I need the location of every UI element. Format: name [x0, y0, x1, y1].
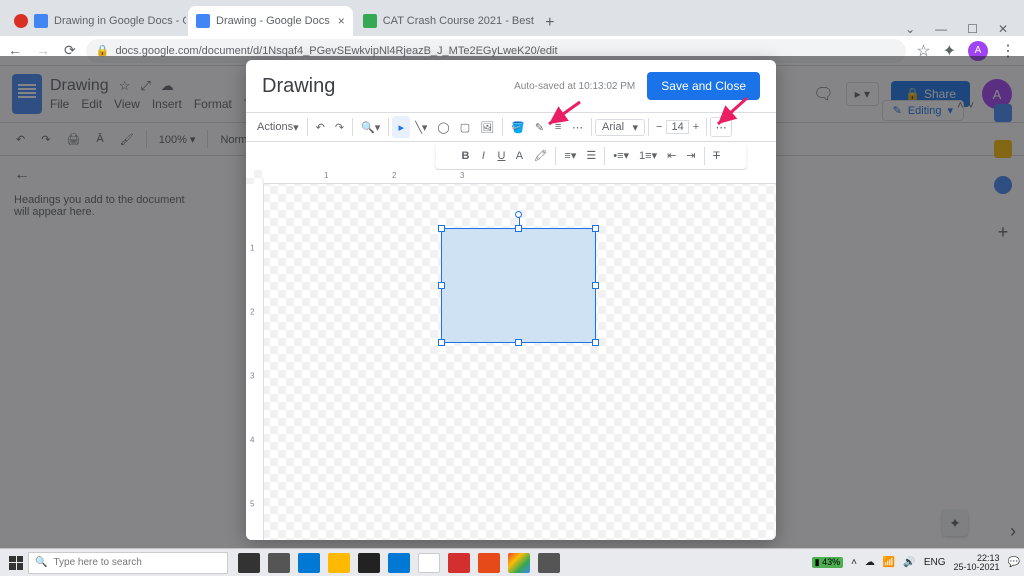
drawing-canvas[interactable]: 1 2 3 1 2 3 4 5 6: [246, 170, 776, 540]
mail-icon[interactable]: [388, 553, 410, 573]
language-indicator[interactable]: ENG: [924, 557, 946, 568]
chevron-down-icon[interactable]: ⌄: [905, 22, 915, 36]
browser-tab[interactable]: Drawing in Google Docs - Googl ×: [6, 6, 186, 36]
line-tool-icon[interactable]: ╲▾: [410, 116, 432, 138]
border-weight-icon[interactable]: ≡: [549, 116, 567, 138]
drawing-modal: Drawing Auto-saved at 10:13:02 PM Save a…: [246, 60, 776, 540]
resize-handle[interactable]: [438, 339, 445, 346]
maximize-icon[interactable]: ☐: [967, 22, 978, 36]
docs-favicon-icon: [196, 14, 210, 28]
text-color-icon[interactable]: A: [510, 145, 528, 167]
underline-icon[interactable]: U: [492, 145, 510, 167]
vertical-ruler: 1 2 3 4 5 6: [246, 184, 264, 540]
tab-title: Drawing - Google Docs: [216, 15, 330, 27]
explorer-icon[interactable]: [328, 553, 350, 573]
align-icon[interactable]: ≡▾: [559, 145, 581, 167]
actions-menu[interactable]: Actions ▾: [252, 116, 304, 138]
numbered-list-icon[interactable]: 1≡▾: [634, 145, 662, 167]
font-select[interactable]: Arial▾: [595, 119, 645, 136]
resize-handle[interactable]: [438, 225, 445, 232]
new-tab-button[interactable]: +: [537, 10, 563, 36]
decrease-size-icon[interactable]: −: [652, 121, 666, 133]
italic-icon[interactable]: I: [474, 145, 492, 167]
cortana-icon[interactable]: [238, 553, 260, 573]
mcafee-icon[interactable]: [448, 553, 470, 573]
browser-tab-active[interactable]: Drawing - Google Docs ×: [188, 6, 353, 36]
modal-title: Drawing: [262, 75, 335, 98]
close-icon[interactable]: ×: [338, 14, 345, 28]
horizontal-ruler: 1 2 3: [264, 170, 776, 184]
window-controls: ⌄ — ☐ ✕: [905, 22, 1018, 36]
clear-format-icon[interactable]: T: [708, 145, 726, 167]
record-icon: [14, 14, 28, 28]
office-icon[interactable]: [478, 553, 500, 573]
increase-size-icon[interactable]: +: [689, 121, 703, 133]
selected-rectangle-shape[interactable]: [441, 228, 596, 343]
sheets-favicon-icon: [363, 14, 377, 28]
edge-icon[interactable]: [298, 553, 320, 573]
bullet-list-icon[interactable]: •≡▾: [608, 145, 634, 167]
url-text: docs.google.com/document/d/1Nsqaf4_PGevS…: [115, 45, 557, 57]
windows-taskbar: 🔍 Type here to search ▮ 43% ˄ ☁ 📶 🔊 ENG …: [0, 548, 1024, 576]
tab-title: Drawing in Google Docs - Googl: [54, 15, 186, 27]
resize-handle[interactable]: [438, 282, 445, 289]
decrease-indent-icon[interactable]: ⇤: [662, 145, 681, 167]
taskbar-pinned: [238, 553, 560, 573]
browser-tabstrip: Drawing in Google Docs - Googl × Drawing…: [0, 0, 1024, 36]
app-icon[interactable]: [418, 553, 440, 573]
store-icon[interactable]: [358, 553, 380, 573]
zoom-icon[interactable]: 🔍▾: [356, 116, 385, 138]
browser-tab[interactable]: CAT Crash Course 2021 - Best o ×: [355, 6, 535, 36]
system-tray: ▮ 43% ˄ ☁ 📶 🔊 ENG 22:13 25-10-2021 💬: [812, 554, 1020, 572]
resize-handle[interactable]: [515, 225, 522, 232]
shape-tool-icon[interactable]: ◯: [432, 116, 454, 138]
fill-color-icon[interactable]: 🪣: [506, 116, 530, 138]
resize-handle[interactable]: [592, 339, 599, 346]
textbox-tool-icon[interactable]: ▢: [455, 116, 475, 138]
font-size-control[interactable]: − 14 +: [652, 120, 703, 134]
search-placeholder: Type here to search: [53, 557, 141, 568]
notifications-icon[interactable]: 💬: [1008, 557, 1020, 568]
image-tool-icon[interactable]: 🖼: [475, 116, 499, 138]
docs-favicon-icon: [34, 14, 48, 28]
chrome-icon[interactable]: [508, 553, 530, 573]
select-tool-icon[interactable]: ▸: [392, 116, 410, 138]
resize-handle[interactable]: [515, 339, 522, 346]
minimize-icon[interactable]: —: [935, 22, 947, 36]
border-dash-icon[interactable]: ⋯: [567, 116, 588, 138]
border-color-icon[interactable]: ✎: [530, 116, 549, 138]
cloud-sync-icon[interactable]: ☁: [865, 557, 875, 568]
taskview-icon[interactable]: [268, 553, 290, 573]
resize-handle[interactable]: [592, 282, 599, 289]
resize-handle[interactable]: [592, 225, 599, 232]
redo-icon[interactable]: ↷: [330, 116, 349, 138]
start-button[interactable]: [4, 553, 28, 573]
bold-icon[interactable]: B: [456, 145, 474, 167]
app-icon[interactable]: [538, 553, 560, 573]
tab-title: CAT Crash Course 2021 - Best o: [383, 15, 535, 27]
search-icon: 🔍: [35, 557, 47, 568]
save-and-close-button[interactable]: Save and Close: [647, 72, 760, 100]
drawing-toolbar-row2: B I U A 🖍 ≡▾ ☰ •≡▾ 1≡▾ ⇤ ⇥ T: [436, 142, 746, 170]
volume-icon[interactable]: 🔊: [903, 557, 915, 568]
line-spacing-icon[interactable]: ☰: [581, 145, 601, 167]
more-options-button[interactable]: ⋯: [710, 117, 732, 137]
taskbar-search[interactable]: 🔍 Type here to search: [28, 552, 228, 574]
clock[interactable]: 22:13 25-10-2021: [954, 554, 1000, 572]
highlight-icon[interactable]: 🖍: [528, 145, 552, 167]
rotate-handle[interactable]: [515, 211, 522, 218]
font-size-input[interactable]: 14: [666, 120, 688, 134]
drawing-toolbar: Actions ▾ ↶ ↷ 🔍▾ ▸ ╲▾ ◯ ▢ 🖼 🪣 ✎ ≡ ⋯ Aria…: [246, 112, 776, 142]
battery-indicator[interactable]: ▮ 43%: [812, 557, 843, 568]
undo-icon[interactable]: ↶: [311, 116, 330, 138]
wifi-icon[interactable]: 📶: [883, 557, 895, 568]
autosave-status: Auto-saved at 10:13:02 PM: [514, 81, 635, 92]
tray-expand-icon[interactable]: ˄: [851, 557, 857, 568]
close-window-icon[interactable]: ✕: [998, 22, 1008, 36]
increase-indent-icon[interactable]: ⇥: [681, 145, 700, 167]
